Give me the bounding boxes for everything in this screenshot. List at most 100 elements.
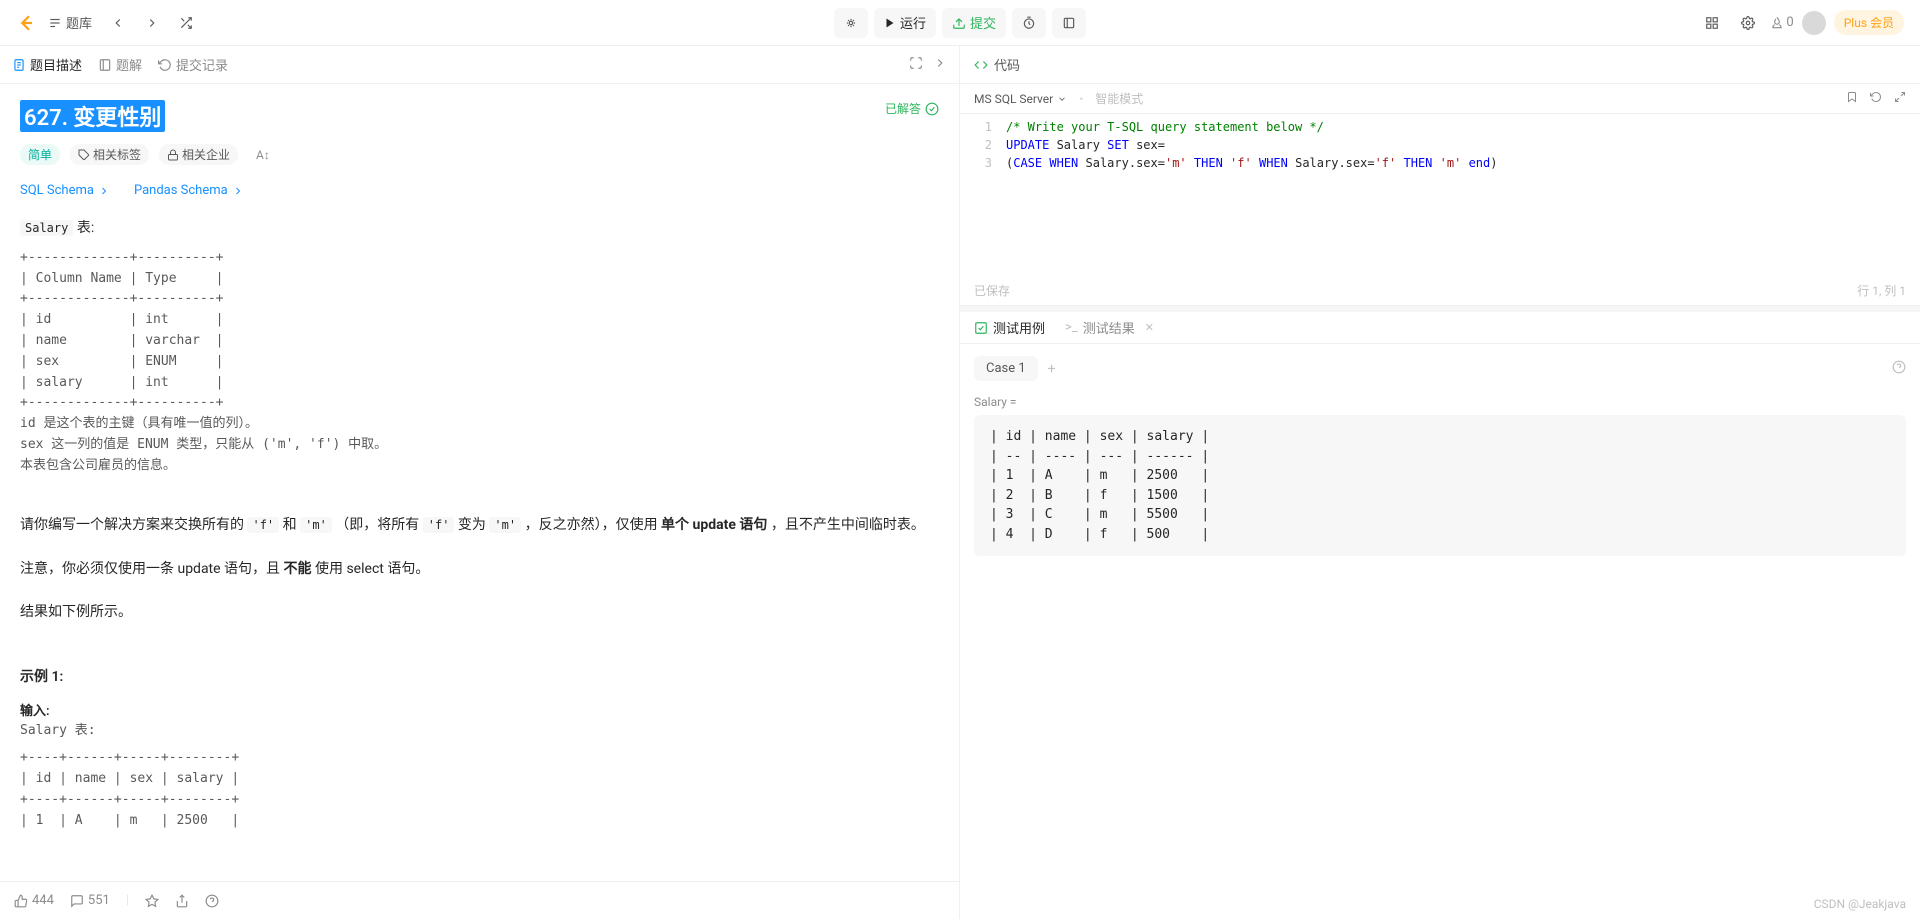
code-header: 代码 — [960, 46, 1920, 84]
left-footer: 444 551 | — [0, 881, 959, 919]
var-label: Salary = — [974, 395, 1906, 409]
cursor-position: 行 1, 列 1 — [1857, 282, 1906, 299]
pandas-schema-link[interactable]: Pandas Schema — [134, 183, 244, 198]
example-label: 示例 1: — [20, 666, 939, 686]
share-button[interactable] — [175, 894, 189, 908]
tags-button[interactable]: 相关标签 — [70, 144, 149, 165]
tab-testcases-label: 测试用例 — [993, 318, 1045, 337]
right-panel: 代码 MS SQL Server • 智能模式 123 — [960, 46, 1920, 919]
like-button[interactable]: 444 — [14, 893, 54, 908]
comment-count: 551 — [88, 893, 110, 908]
schema-links: SQL Schema Pandas Schema — [20, 183, 939, 198]
case-area: Case 1 + Salary = | id | name | sex | sa… — [960, 344, 1920, 919]
tab-testcases[interactable]: 测试用例 — [974, 318, 1045, 337]
sql-schema-label: SQL Schema — [20, 183, 94, 198]
shuffle-button[interactable] — [172, 9, 200, 37]
bookmark-button[interactable] — [1846, 91, 1858, 106]
logo-icon[interactable] — [16, 13, 36, 33]
like-count: 444 — [32, 893, 54, 908]
pandas-schema-label: Pandas Schema — [134, 183, 228, 198]
salary-intro: Salary 表: — [20, 216, 939, 242]
font-button[interactable]: A↕ — [248, 146, 278, 164]
comment-button[interactable]: 551 — [70, 893, 110, 908]
language-value: MS SQL Server — [974, 92, 1053, 106]
tab-solution[interactable]: 题解 — [98, 46, 142, 83]
editor-status: 已保存 行 1, 列 1 — [960, 276, 1920, 306]
run-label: 运行 — [900, 13, 926, 32]
case-help-button[interactable] — [1892, 360, 1906, 378]
reset-button[interactable] — [1870, 91, 1882, 106]
debug-button[interactable] — [834, 8, 868, 38]
paragraph-3: 结果如下例所示。 — [20, 600, 939, 626]
tab-description[interactable]: 题目描述 — [12, 46, 82, 83]
case-tabs: Case 1 + — [974, 356, 1906, 381]
example-table-label: Salary 表: — [20, 721, 939, 742]
close-result-button[interactable]: ✕ — [1145, 321, 1154, 334]
saved-label: 已保存 — [974, 282, 1010, 299]
main-split: 题目描述 题解 提交记录 — [0, 46, 1920, 919]
collapse-button[interactable] — [933, 56, 947, 74]
run-button[interactable]: 运行 — [874, 8, 936, 38]
problems-label: 题库 — [66, 13, 92, 32]
left-panel: 题目描述 题解 提交记录 — [0, 46, 960, 919]
paragraph-2: 注意，你必须仅使用一条 update 语句，且 不能 使用 select 语句。 — [20, 557, 939, 583]
layout-button[interactable] — [1698, 9, 1726, 37]
tab-description-label: 题目描述 — [30, 55, 82, 74]
top-bar: 题库 运行 提交 — [0, 0, 1920, 46]
topbar-right: 0 Plus 会员 — [1698, 9, 1904, 37]
expand-button[interactable] — [1894, 91, 1906, 106]
settings-button[interactable] — [1734, 9, 1762, 37]
case-tab-1[interactable]: Case 1 — [974, 356, 1038, 381]
prev-button[interactable] — [104, 9, 132, 37]
language-bar: MS SQL Server • 智能模式 — [960, 84, 1920, 114]
language-selector[interactable]: MS SQL Server — [974, 92, 1067, 106]
paragraph-1: 请你编写一个解决方案来交换所有的 'f' 和 'm' （即，将所有 'f' 变为… — [20, 513, 939, 539]
submit-button[interactable]: 提交 — [942, 8, 1006, 38]
code-editor[interactable]: 123 /* Write your T-SQL query statement … — [960, 114, 1920, 276]
smart-mode-label[interactable]: 智能模式 — [1095, 90, 1143, 107]
star-button[interactable] — [145, 894, 159, 908]
topbar-left: 题库 — [16, 9, 200, 37]
tab-result[interactable]: >_ 测试结果 — [1065, 318, 1135, 337]
help-button[interactable] — [205, 894, 219, 908]
salary-code: Salary — [20, 220, 73, 236]
example-input-label: 输入: — [20, 700, 939, 719]
tab-submissions[interactable]: 提交记录 — [158, 46, 228, 83]
gutter: 123 — [960, 114, 1000, 276]
problem-tabs: 题目描述 题解 提交记录 — [0, 46, 959, 84]
solved-label: 已解答 — [885, 100, 921, 117]
code-line-1: /* Write your T-SQL query statement belo… — [1006, 120, 1324, 134]
watermark: CSDN @Jeakjava — [1814, 897, 1906, 911]
editor-toolbar — [1846, 91, 1906, 106]
next-button[interactable] — [138, 9, 166, 37]
companies-button[interactable]: 相关企业 — [159, 144, 238, 165]
fullscreen-button[interactable] — [909, 56, 923, 74]
timer-button[interactable] — [1012, 8, 1046, 38]
streak-count[interactable]: 0 — [1770, 15, 1793, 30]
problem-title: 627. 变更性别 — [20, 100, 165, 132]
avatar[interactable] — [1802, 11, 1826, 35]
code-label: 代码 — [994, 55, 1020, 74]
fire-count-value: 0 — [1786, 15, 1793, 30]
panel-tabs-right — [909, 56, 947, 74]
example-table: +----+------+-----+--------+ | id | name… — [20, 748, 939, 831]
tab-solution-label: 题解 — [116, 55, 142, 74]
case-table[interactable]: | id | name | sex | salary | | -- | ----… — [974, 415, 1906, 556]
tab-result-label: 测试结果 — [1083, 318, 1135, 337]
table-suffix: 表: — [73, 220, 94, 236]
difficulty-badge: 简单 — [20, 144, 60, 165]
code-lines[interactable]: /* Write your T-SQL query statement belo… — [1000, 114, 1920, 276]
note-button[interactable] — [1052, 8, 1086, 38]
topbar-center: 运行 提交 — [834, 8, 1086, 38]
submit-label: 提交 — [970, 13, 996, 32]
problems-button[interactable]: 题库 — [42, 9, 98, 37]
code-line-3: (CASE WHEN Salary.sex='m' THEN 'f' WHEN … — [1006, 154, 1920, 172]
code-line-2: UPDATE Salary SET sex= — [1006, 136, 1920, 154]
problem-content: 已解答 627. 变更性别 简单 相关标签 相关企业 A↕ — [0, 84, 959, 919]
add-case-button[interactable]: + — [1048, 361, 1056, 377]
sql-schema-link[interactable]: SQL Schema — [20, 183, 110, 198]
companies-label: 相关企业 — [182, 146, 230, 163]
solved-badge: 已解答 — [885, 100, 939, 117]
plus-button[interactable]: Plus 会员 — [1834, 10, 1904, 35]
result-tabs: 测试用例 >_ 测试结果 ✕ — [960, 306, 1920, 344]
